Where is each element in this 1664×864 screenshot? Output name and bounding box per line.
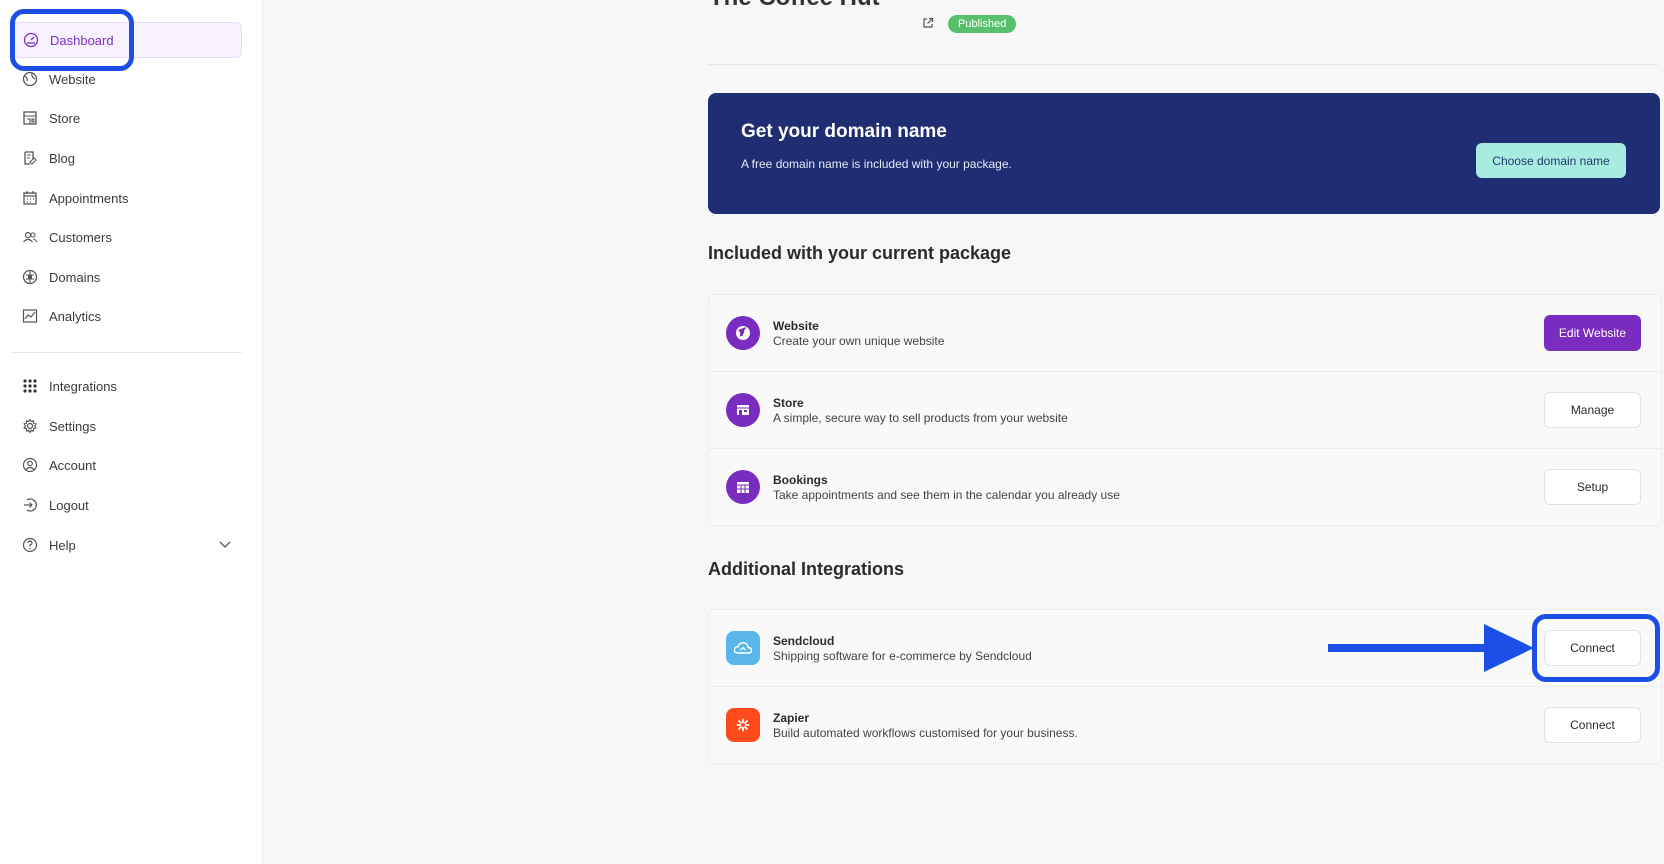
list-item-description: Build automated workflows customised for… [773, 726, 1078, 740]
users-icon [21, 228, 39, 246]
sidebar-item-account[interactable]: Account [12, 448, 240, 482]
sidebar-item-label: Account [49, 457, 96, 473]
list-item-title: Store [773, 396, 804, 410]
site-title: The Coffee Hut [709, 0, 880, 12]
sidebar-item-store[interactable]: Store [12, 101, 240, 135]
choose-domain-button[interactable]: Choose domain name [1476, 143, 1626, 178]
annotation-highlight-connect [1532, 614, 1660, 682]
external-link-icon[interactable] [922, 16, 934, 34]
list-item-description: A simple, secure way to sell products fr… [773, 411, 1068, 425]
domain-card-title: Get your domain name [741, 121, 947, 142]
domain-card: Get your domain name A free domain name … [708, 93, 1660, 214]
logout-icon [21, 496, 39, 514]
help-icon [21, 536, 39, 554]
sidebar-divider [12, 352, 242, 353]
list-item-title: Zapier [773, 711, 810, 725]
edit-website-button[interactable]: Edit Website [1544, 315, 1641, 351]
calendar-icon [21, 189, 39, 207]
annotation-arrow-icon [1328, 624, 1534, 672]
list-item-store: Store A simple, secure way to sell produ… [709, 372, 1661, 449]
list-item-description: Create your own unique website [773, 334, 945, 348]
list-item-website: Website Create your own unique website E… [709, 295, 1661, 372]
connect-zapier-button[interactable]: Connect [1544, 707, 1641, 743]
gear-icon [21, 417, 39, 435]
list-item-title: Bookings [773, 473, 828, 487]
sidebar-item-label: Help [49, 537, 76, 553]
sidebar-item-label: Logout [49, 497, 89, 513]
sidebar-item-label: Store [49, 110, 81, 126]
sidebar-item-integrations[interactable]: Integrations [12, 369, 240, 403]
sidebar-item-label: Customers [49, 229, 112, 245]
account-icon [21, 456, 39, 474]
sidebar-item-label: Analytics [49, 308, 102, 324]
sidebar-item-label: Blog [49, 150, 76, 166]
sidebar-item-logout[interactable]: Logout [12, 488, 240, 522]
list-item-bookings: Bookings Take appointments and see them … [709, 449, 1661, 525]
included-list: Website Create your own unique website E… [708, 294, 1662, 526]
annotation-highlight-dashboard [10, 9, 134, 71]
calendar-icon [726, 470, 760, 504]
analytics-icon [21, 307, 39, 325]
sidebar-item-label: Settings [49, 418, 96, 434]
sidebar-item-label: Domains [49, 269, 101, 285]
store-icon [21, 109, 39, 127]
cloud-icon [726, 631, 760, 665]
globe-icon [21, 70, 39, 88]
store-icon [726, 393, 760, 427]
sidebar-item-blog[interactable]: Blog [12, 141, 240, 175]
list-item-description: Shipping software for e-commerce by Send… [773, 649, 1032, 663]
sidebar-item-analytics[interactable]: Analytics [12, 299, 240, 333]
grid-icon [21, 377, 39, 395]
list-item-description: Take appointments and see them in the ca… [773, 488, 1120, 502]
sidebar-item-label: Appointments [49, 190, 129, 206]
blog-icon [21, 149, 39, 167]
sidebar-item-domains[interactable]: Domains [12, 260, 240, 294]
list-item-title: Sendcloud [773, 634, 835, 648]
list-item-zapier: Zapier Build automated workflows customi… [709, 687, 1661, 763]
domain-card-subtitle: A free domain name is included with your… [741, 157, 1012, 171]
sidebar-item-help[interactable]: Help [12, 528, 240, 562]
header-divider [708, 64, 1658, 65]
sidebar-item-label: Website [49, 71, 96, 87]
manage-store-button[interactable]: Manage [1544, 392, 1641, 428]
sidebar-item-customers[interactable]: Customers [12, 220, 240, 254]
included-section-title: Included with your current package [708, 243, 1012, 263]
chevron-down-icon[interactable] [218, 537, 232, 554]
globe-icon [726, 316, 760, 350]
sidebar-item-appointments[interactable]: Appointments [12, 181, 240, 215]
zapier-icon [726, 708, 760, 742]
setup-bookings-button[interactable]: Setup [1544, 469, 1641, 505]
sidebar-item-label: Integrations [49, 378, 117, 394]
sidebar: Dashboard Website Store Blog Appointment… [0, 0, 263, 864]
domains-icon [21, 268, 39, 286]
integrations-section-title: Additional Integrations [708, 559, 904, 579]
sidebar-item-settings[interactable]: Settings [12, 409, 240, 443]
status-badge: Published [948, 15, 1017, 33]
list-item-title: Website [773, 319, 819, 333]
